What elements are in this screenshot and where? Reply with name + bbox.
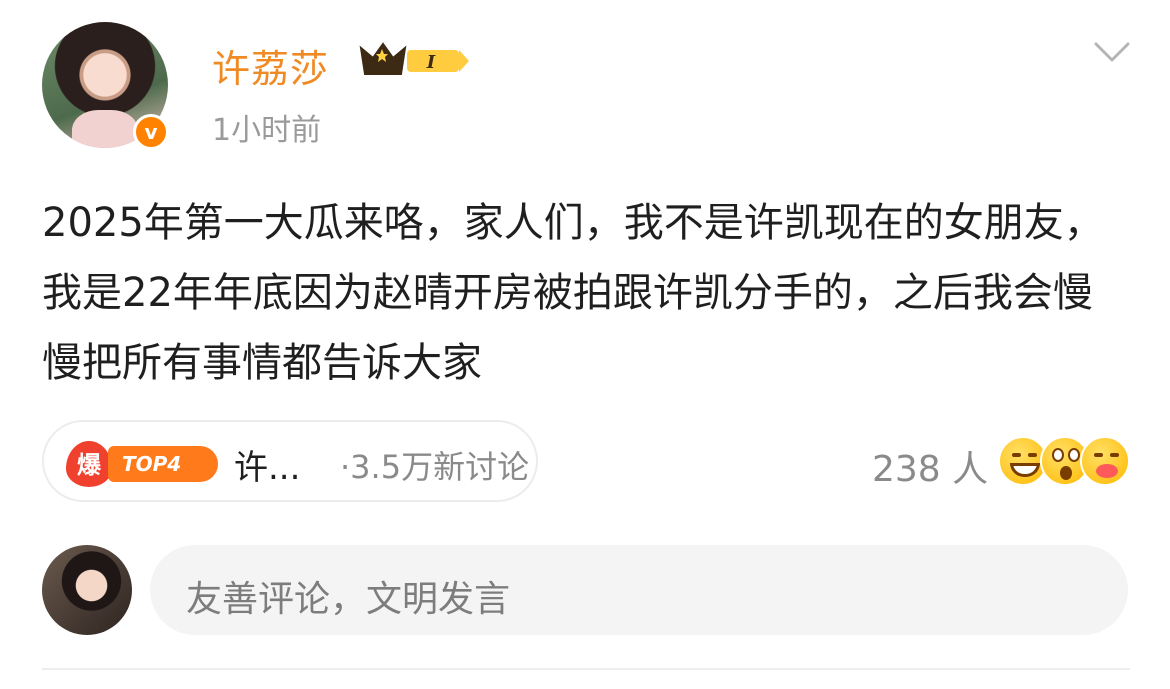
verified-badge-icon: v	[133, 114, 169, 150]
rank-badge: TOP4	[108, 446, 218, 482]
comment-placeholder: 友善评论，文明发言	[186, 579, 511, 620]
author-name[interactable]: 许荔莎	[212, 38, 329, 93]
reaction-emojis[interactable]	[998, 436, 1130, 488]
comment-input[interactable]: 友善评论，文明发言	[150, 545, 1128, 635]
fire-hot-icon: 爆	[66, 441, 112, 487]
user-avatar[interactable]	[42, 545, 132, 635]
reaction-count[interactable]: 238 人	[872, 440, 988, 492]
kissing-emoji-icon	[1080, 436, 1130, 486]
vip-crown-badge-icon[interactable]: I	[353, 38, 471, 82]
vip-level-text: I	[426, 52, 436, 73]
hot-topic-pill[interactable]: 爆 TOP4 许... ·3.5万新讨论	[42, 420, 538, 502]
divider	[42, 668, 1130, 670]
post-timestamp: 1小时前	[212, 113, 322, 148]
chevron-down-icon[interactable]	[1093, 38, 1131, 66]
post-content: 2025年第一大瓜来咯，家人们，我不是许凯现在的女朋友，我是22年年底因为赵晴开…	[42, 200, 1104, 386]
topic-title: 许...	[234, 448, 301, 488]
topic-discussion-count: ·3.5万新讨论	[340, 448, 530, 486]
